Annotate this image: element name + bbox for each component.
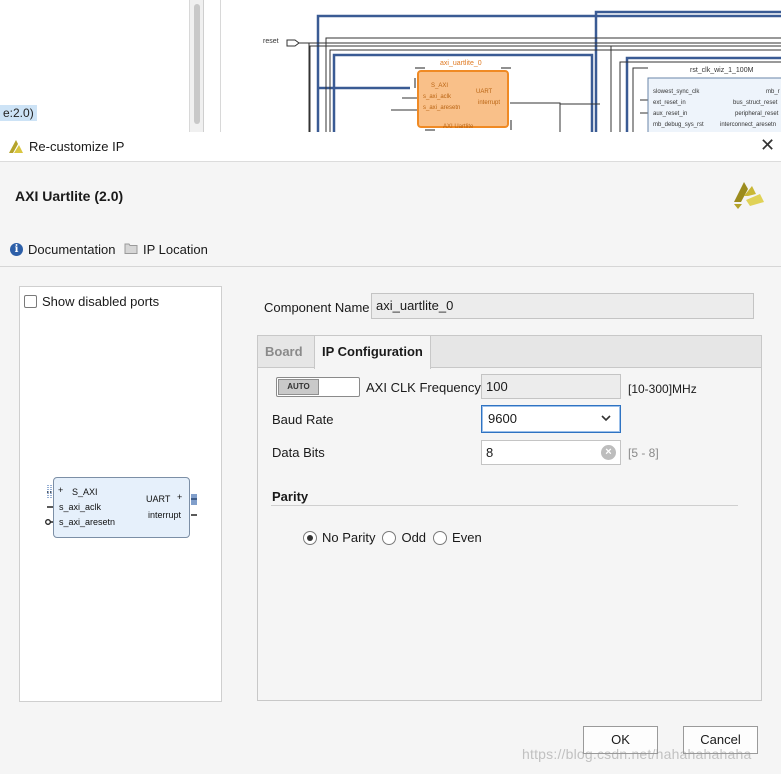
parity-even-radio[interactable]: Even [433, 530, 482, 545]
auto-toggle-knob[interactable]: AUTO [278, 379, 319, 395]
ip-symbol: + S_AXI s_axi_aclk s_axi_aresetn UART + … [53, 477, 190, 538]
parity-option-label: Even [452, 530, 482, 545]
plus-icon: + [177, 492, 183, 502]
parity-no-parity-radio[interactable]: No Parity [303, 530, 375, 545]
dialog-title: Re-customize IP [29, 139, 125, 154]
uartlite-port: UART [476, 89, 493, 95]
uartlite-port: S_AXI [431, 83, 449, 89]
data-bits-label: Data Bits [272, 445, 325, 460]
radio-button[interactable] [303, 530, 317, 545]
parity-option-label: Odd [401, 530, 427, 545]
reset-port-label: reset [263, 38, 279, 45]
xilinx-logo-icon [8, 139, 24, 158]
uartlite-port: s_axi_aresetn [423, 105, 461, 111]
ip-title: AXI Uartlite (2.0) [15, 188, 124, 204]
component-name-field[interactable]: axi_uartlite_0 [371, 293, 754, 319]
component-name-label: Component Name [264, 300, 370, 315]
recustomize-ip-dialog: Re-customize IP ✕ AXI Uartlite (2.0) i D… [0, 132, 781, 774]
baud-rate-label: Baud Rate [272, 412, 334, 427]
documentation-button[interactable]: i Documentation [10, 242, 115, 257]
checkbox-box[interactable] [24, 295, 37, 308]
watermark: https://blog.csdn.net/hahahahahaha [522, 746, 752, 762]
parity-option-label: No Parity [322, 530, 376, 545]
data-bits-field[interactable]: 8 × [481, 440, 621, 465]
radio-button[interactable] [382, 530, 397, 545]
axi-clk-frequency-label: AXI CLK Frequency [366, 380, 481, 395]
rst-port: mb_debug_sys_rst [653, 122, 704, 128]
close-icon[interactable]: ✕ [760, 136, 775, 154]
ip-symbol-panel: Show disabled ports + S_AXI s_axi_aclk s… [19, 286, 222, 702]
symbol-port-left: S_AXI [72, 487, 98, 497]
ip-location-label: IP Location [143, 242, 208, 257]
show-disabled-ports-checkbox[interactable]: Show disabled ports [24, 294, 159, 309]
rst-port: bus_struct_reset [733, 100, 778, 106]
data-bits-range: [5 - 8] [628, 446, 659, 460]
block-design-canvas: e:2.0) reset axi_uartlite_0 S_AXI s_axi_… [0, 0, 781, 132]
rst-port: ext_reset_in [653, 100, 686, 106]
ip-header: AXI Uartlite (2.0) [0, 163, 781, 235]
baud-rate-select[interactable]: 9600 [481, 405, 621, 433]
tab-bar: Board IP Configuration [258, 336, 761, 369]
baud-rate-value: 9600 [488, 411, 517, 426]
rst-port: mb_r [766, 89, 780, 95]
rst-port: interconnect_aresetn [720, 122, 777, 128]
tab-board[interactable]: Board [258, 336, 310, 368]
uartlite-block-title: axi_uartlite_0 [440, 60, 482, 67]
rst-port: slowest_sync_clk [653, 89, 700, 95]
rst-port: peripheral_reset [735, 111, 779, 117]
uartlite-port: s_axi_aclk [423, 94, 452, 100]
tab-ip-configuration[interactable]: IP Configuration [314, 336, 431, 369]
parity-section-title: Parity [272, 489, 309, 504]
documentation-label: Documentation [28, 242, 116, 257]
data-bits-value: 8 [486, 445, 494, 460]
uartlite-port: interrupt [478, 100, 501, 106]
symbol-port-left: s_axi_aresetn [59, 517, 116, 527]
rst-block-title: rst_clk_wiz_1_100M [690, 67, 754, 74]
rst-port: aux_reset_in [653, 111, 688, 117]
parity-divider [271, 505, 738, 506]
symbol-port-right: UART [146, 494, 171, 504]
axi-clk-frequency-range: [10-300]MHz [628, 382, 697, 396]
uartlite-block-footer: AXI Uartlite [443, 124, 474, 130]
clear-icon[interactable]: × [601, 445, 616, 460]
parity-radio-group: No Parity Odd Even [303, 530, 489, 545]
auto-toggle[interactable]: AUTO [276, 377, 360, 397]
radio-button[interactable] [433, 530, 448, 545]
symbol-port-right: interrupt [148, 510, 182, 520]
show-disabled-ports-label: Show disabled ports [42, 294, 160, 309]
plus-icon: + [58, 485, 64, 495]
ip-location-button[interactable]: IP Location [124, 242, 208, 257]
axi-clk-frequency-field: 100 [481, 374, 621, 399]
parity-odd-radio[interactable]: Odd [382, 530, 426, 545]
chevron-down-icon[interactable] [600, 412, 612, 427]
ip-toolbar: i Documentation IP Location [0, 235, 781, 267]
info-icon: i [10, 243, 23, 256]
xilinx-logo-icon [732, 178, 766, 213]
folder-icon [124, 242, 138, 257]
symbol-port-left: s_axi_aclk [59, 502, 102, 512]
dialog-titlebar[interactable]: Re-customize IP ✕ [0, 132, 781, 162]
